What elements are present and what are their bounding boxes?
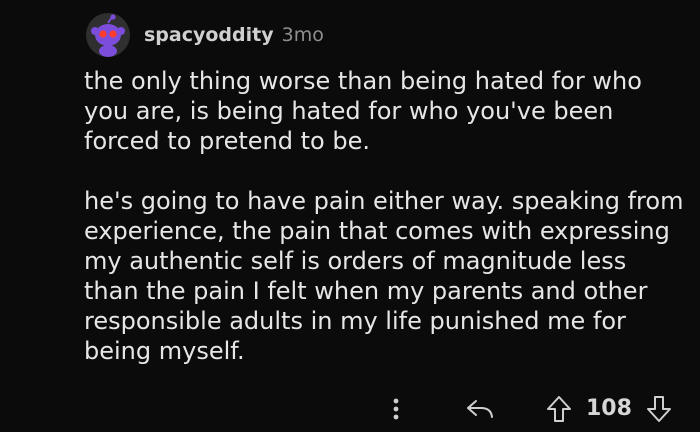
- snoo-avatar-icon: [91, 14, 125, 57]
- reply-icon: [467, 400, 493, 418]
- more-vertical-icon: [393, 398, 399, 420]
- downvote-arrow-icon: [647, 396, 671, 422]
- comment-author[interactable]: spacyoddity: [144, 24, 274, 46]
- downvote-button[interactable]: [644, 394, 674, 424]
- comment-body: the only thing worse than being hated fo…: [84, 66, 684, 366]
- comment-timestamp: 3mo: [281, 24, 324, 46]
- comment-paragraph-1: the only thing worse than being hated fo…: [84, 67, 642, 155]
- comment-header: spacyoddity 3mo: [86, 8, 324, 62]
- upvote-button[interactable]: [544, 394, 574, 424]
- comment-actions: 108: [0, 390, 700, 430]
- reply-button[interactable]: [462, 394, 498, 424]
- comment-paragraph-2: he's going to have pain either way. spea…: [84, 187, 684, 365]
- more-options-button[interactable]: [384, 394, 408, 424]
- vote-score: 108: [586, 396, 632, 421]
- comment: spacyoddity 3mo the only thing worse tha…: [0, 0, 700, 432]
- avatar[interactable]: [86, 13, 130, 57]
- upvote-arrow-icon: [547, 396, 571, 422]
